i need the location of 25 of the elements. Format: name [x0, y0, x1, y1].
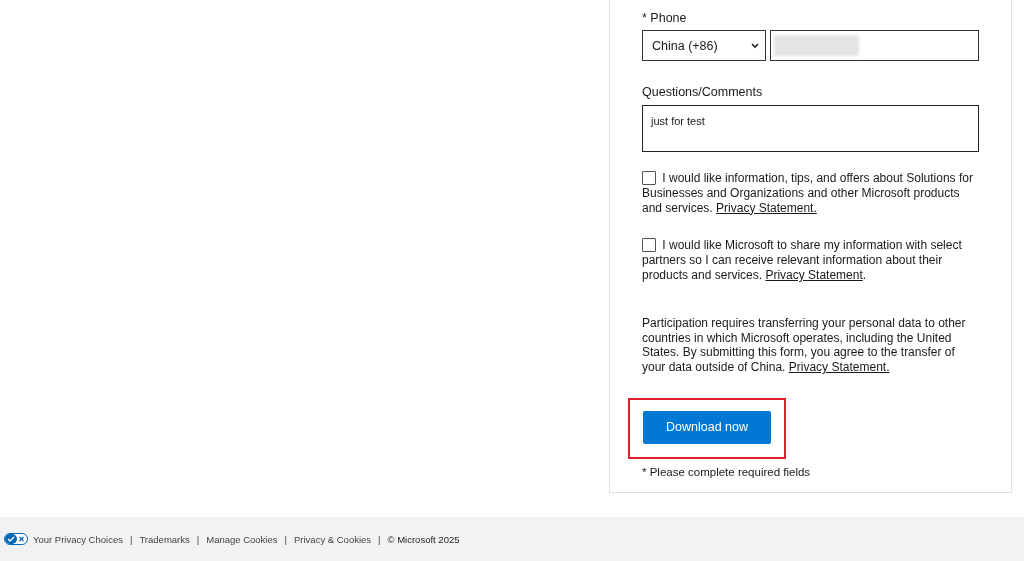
footer-link[interactable]: Trademarks [139, 533, 190, 545]
separator: | [129, 533, 133, 545]
checkbox[interactable] [642, 171, 656, 185]
copyright-text: © Microsoft 2025 [387, 533, 460, 545]
field-label: * Phone [642, 11, 687, 26]
consent-text: I would like Microsoft to share my information with select partners so I can receive relevant information about their products and services. Privacy Statement. [642, 238, 963, 283]
field-label: Questions/Comments [642, 85, 763, 100]
notice-text: Participation requires transferring your personal data to other countries in which Microsoft operates, including the United States. By submitting this form, you agree to the transfer of your data outside of China. Privacy Statement. [642, 315, 967, 375]
caret-icon [751, 42, 759, 49]
checkbox[interactable] [642, 238, 656, 253]
footer-link[interactable]: Your Privacy Choices [33, 533, 123, 545]
footer-link[interactable]: Privacy & Cookies [294, 533, 372, 545]
phone-field[interactable] [770, 30, 979, 61]
privacy-link[interactable]: Privacy Statement. [788, 360, 890, 375]
separator: | [196, 533, 200, 545]
download-button[interactable]: Download now [643, 410, 771, 444]
footer-link[interactable]: Manage Cookies [206, 533, 278, 545]
consent-text: I would like information, tips, and offers about Solutions for Businesses and Organizations and other Microsoft products and services. Privacy Statement. [642, 171, 974, 216]
separator: | [378, 533, 381, 545]
separator: | [284, 533, 287, 545]
comments-field[interactable]: just for test [642, 105, 979, 152]
privacy-link[interactable]: Privacy Statement [765, 268, 863, 282]
privacy-link[interactable]: Privacy Statement. [716, 200, 817, 215]
required-note: * Please complete required fields [642, 465, 811, 478]
country-select[interactable]: China (+86) [642, 30, 766, 61]
